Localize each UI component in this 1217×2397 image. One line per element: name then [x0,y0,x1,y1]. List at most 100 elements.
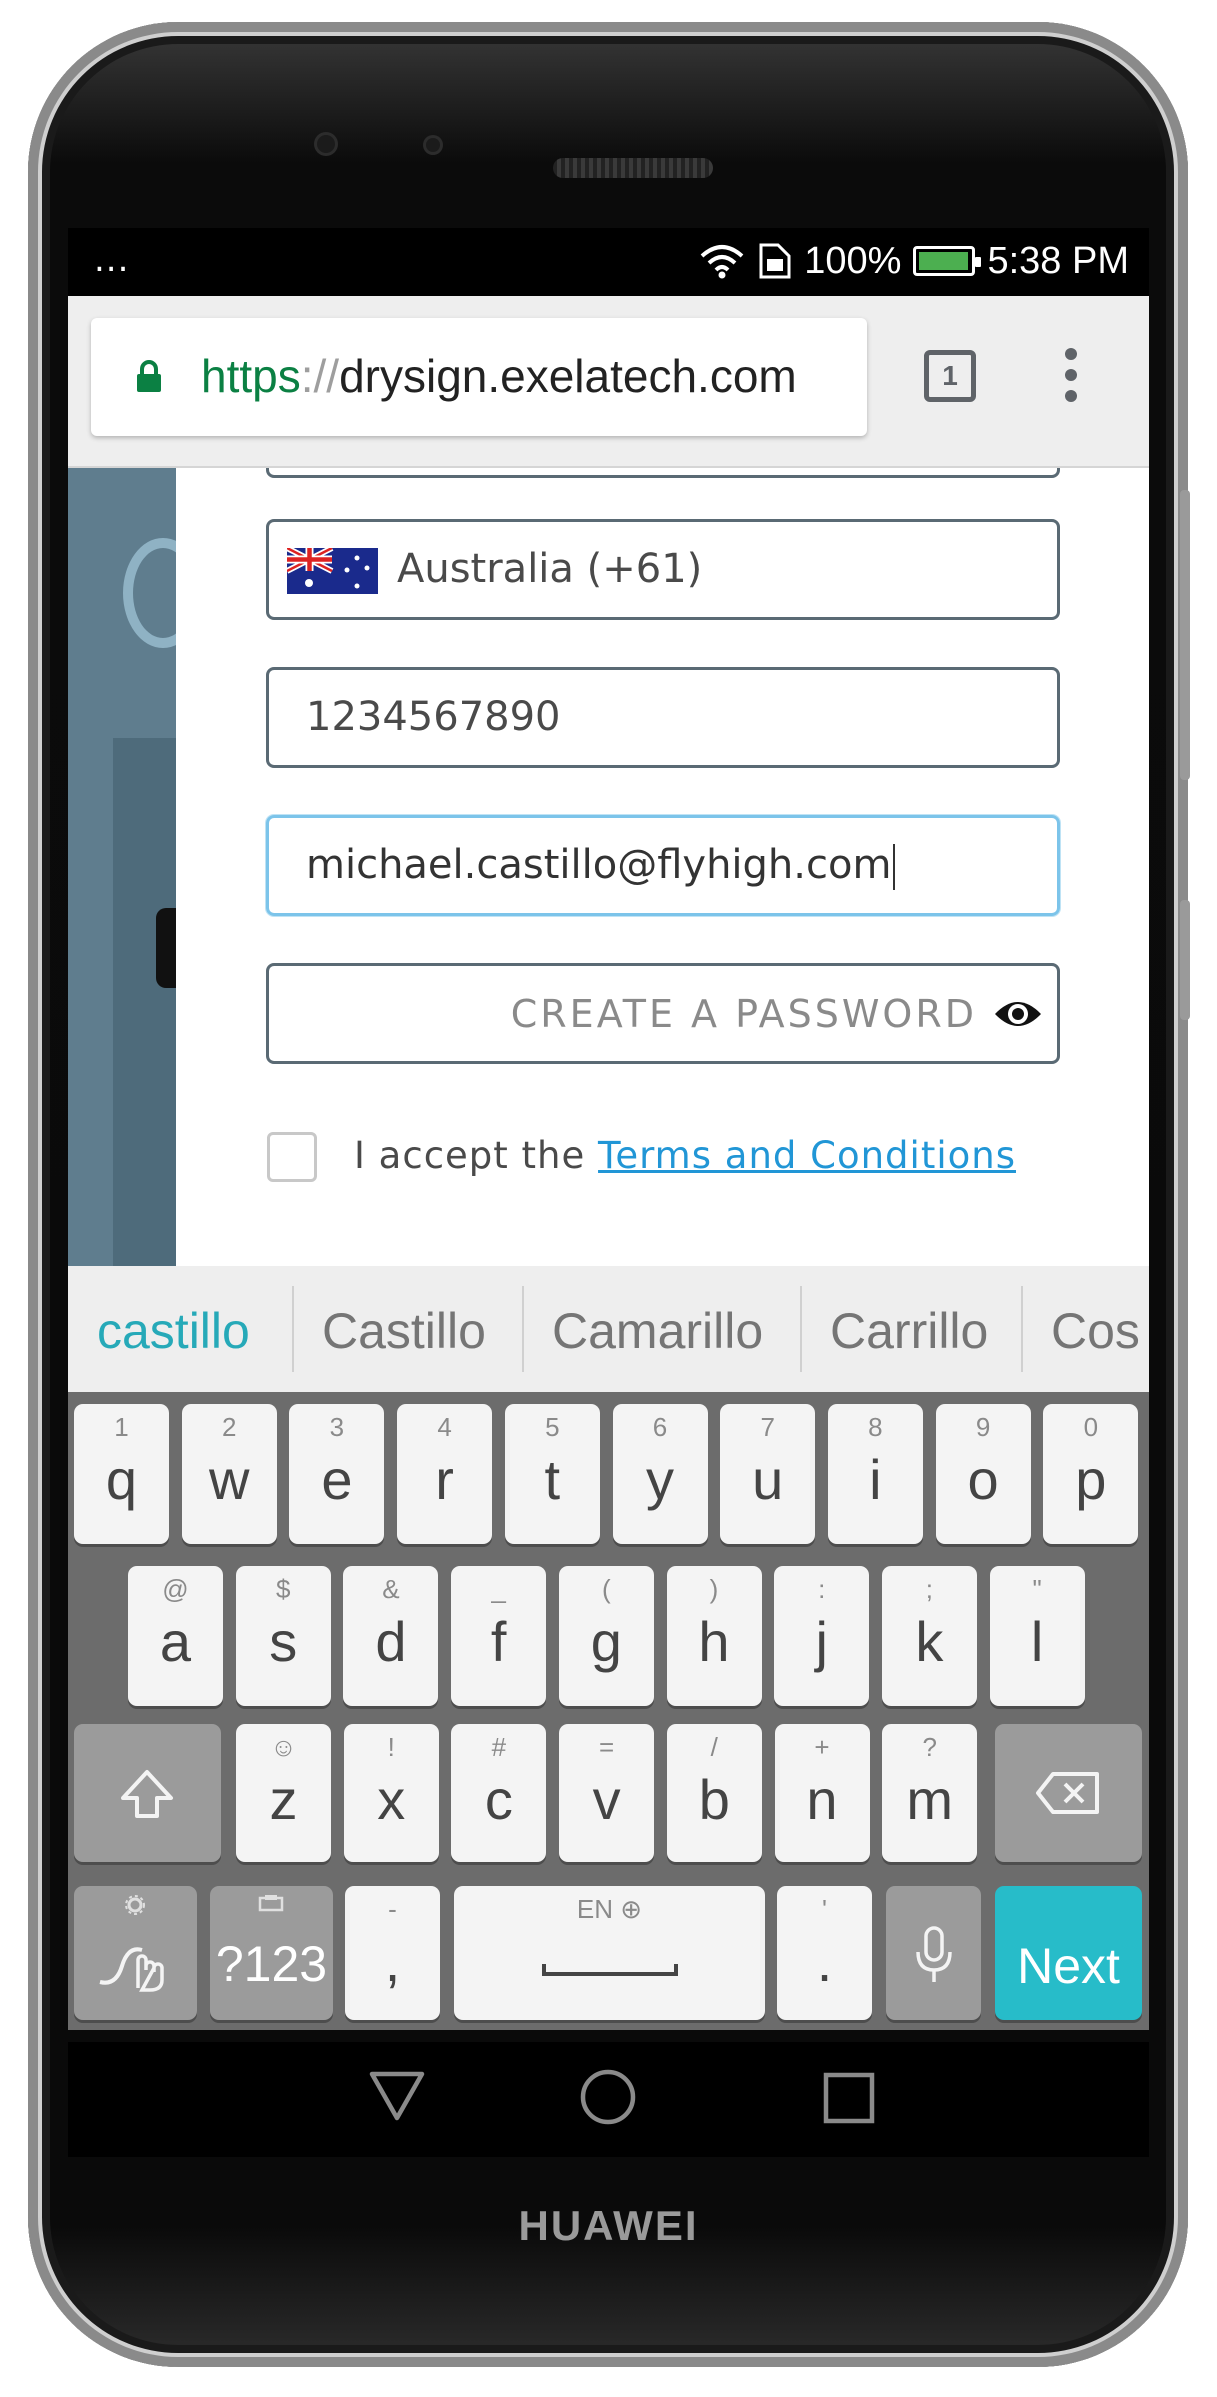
key-hint: 6 [652,1412,668,1442]
key-label: i [869,1448,882,1511]
key-hint: ☺ [270,1732,297,1762]
lock-icon [137,360,161,392]
suggestion-5[interactable]: Cos [1051,1302,1140,1360]
earpiece-speaker [553,158,713,178]
emoji-settings-key[interactable] [74,1886,197,2020]
space-key[interactable]: EN ⊕ [454,1886,765,2020]
suggestion-divider [1021,1286,1023,1372]
key-label: s [269,1610,298,1673]
key-hint: 2 [221,1412,237,1442]
country-select[interactable]: Australia (+61) [266,519,1060,620]
terms-link[interactable]: Terms and Conditions [598,1134,1016,1177]
key-d[interactable]: & d [343,1566,439,1706]
key-a[interactable]: @ a [128,1566,223,1706]
key-x[interactable]: ! x [343,1724,439,1862]
key-v[interactable]: = v [559,1724,655,1862]
url-scheme: https [201,350,301,402]
suggestion-1[interactable]: castillo [97,1302,250,1360]
key-h[interactable]: ) h [666,1566,762,1706]
home-icon[interactable] [579,2068,637,2126]
key-hint: 1 [114,1412,129,1442]
key-g[interactable]: (g [558,1566,654,1706]
wifi-icon [700,245,744,279]
key-hint: ) [709,1574,719,1604]
text-caret [893,844,896,890]
key-w[interactable]: 2w [181,1404,277,1544]
key-k[interactable]: ; k [881,1566,977,1706]
notification-dots: ... [94,240,130,280]
password-field[interactable]: CREATE A PASSWORD [266,963,1060,1064]
phone-field[interactable]: 1234567890 [266,667,1060,768]
back-icon[interactable] [368,2070,426,2122]
key-hint: 4 [437,1412,452,1442]
key-y[interactable]: 6y [612,1404,708,1544]
email-field[interactable]: michael.castillo@flyhigh.com [266,815,1060,916]
key-hint: " [1032,1574,1042,1604]
terms-checkbox[interactable] [267,1132,317,1182]
terms-prefix: I accept the [354,1134,586,1177]
suggestion-4[interactable]: Carrillo [830,1302,988,1360]
gear-icon [125,1895,145,1915]
previous-field[interactable] [266,468,1060,478]
eye-icon[interactable] [993,994,1043,1034]
key-o[interactable]: 9o [935,1404,1031,1544]
key-hint: _ [491,1574,506,1604]
key-j[interactable]: :j [774,1566,870,1706]
key-label: x [377,1768,406,1831]
key-hint: 8 [868,1412,883,1442]
key-t[interactable]: 5t [504,1404,600,1544]
battery-icon [913,246,982,276]
key-hint: ; [925,1574,933,1604]
microphone-icon [916,1926,952,1982]
comma-hint: - [388,1894,397,1924]
shift-key[interactable] [74,1724,221,1862]
key-q[interactable]: 1q [74,1404,169,1544]
email-value: michael.castillo@flyhigh.com [306,842,892,888]
recents-icon[interactable] [823,2072,875,2124]
menu-dots-icon[interactable] [1064,348,1078,404]
period-key[interactable]: ' . [777,1886,872,2020]
key-n[interactable]: + n [774,1724,870,1862]
key-c[interactable]: # c [451,1724,547,1862]
key-s[interactable]: $ s [235,1566,331,1706]
url-host: drysign.exelatech.com [339,350,797,402]
key-m[interactable]: ? m [882,1724,978,1862]
country-value: Australia (+61) [397,546,703,592]
key-label: p [1075,1448,1107,1511]
backspace-icon [1036,1772,1099,1814]
next-key[interactable]: Next [995,1886,1142,2020]
key-hint: / [710,1732,718,1762]
key-e[interactable]: 3e [289,1404,385,1544]
clipboard-icon [258,1895,284,1912]
key-label: h [698,1610,730,1673]
symbols-key[interactable]: ?123 [210,1886,333,2020]
key-r[interactable]: 4r [397,1404,493,1544]
backspace-key[interactable] [995,1724,1142,1862]
voice-input-key[interactable] [886,1886,981,2020]
key-p[interactable]: 0p [1043,1404,1139,1544]
key-u[interactable]: 7u [720,1404,816,1544]
key-z[interactable]: ☺ z [236,1724,331,1862]
space-hint: EN ⊕ [576,1894,643,1924]
key-i[interactable]: 8i [827,1404,923,1544]
key-label: e [321,1448,353,1511]
front-camera-icon [317,135,335,153]
sensor-icon [426,138,440,152]
url-text[interactable]: https://drysign.exelatech.com [201,346,797,406]
key-l[interactable]: " l [989,1566,1085,1706]
battery-percent: 100% [804,239,902,282]
phone-screen: ... 100% 5:38 PM https://drysign.exelate… [68,228,1149,2030]
soft-keyboard: ?123 - , EN ⊕ ' . Next 1q2w3e4r5t6y7u8i9… [68,1392,1149,2030]
key-label: l [1030,1610,1044,1673]
key-f[interactable]: _ f [451,1566,547,1706]
clock-time: 5:38 PM [987,239,1129,282]
key-b[interactable]: / b [666,1724,762,1862]
suggestion-strip: castillo Castillo Camarillo Carrillo Cos [68,1266,1149,1392]
key-label: k [915,1610,944,1673]
suggestion-3[interactable]: Camarillo [552,1302,763,1360]
url-bar[interactable]: https://drysign.exelatech.com [91,318,867,436]
suggestion-2[interactable]: Castillo [322,1302,486,1360]
period-hint: ' [822,1894,827,1924]
comma-key[interactable]: - , [345,1886,440,2020]
tab-switcher-icon[interactable]: 1 [924,350,976,402]
